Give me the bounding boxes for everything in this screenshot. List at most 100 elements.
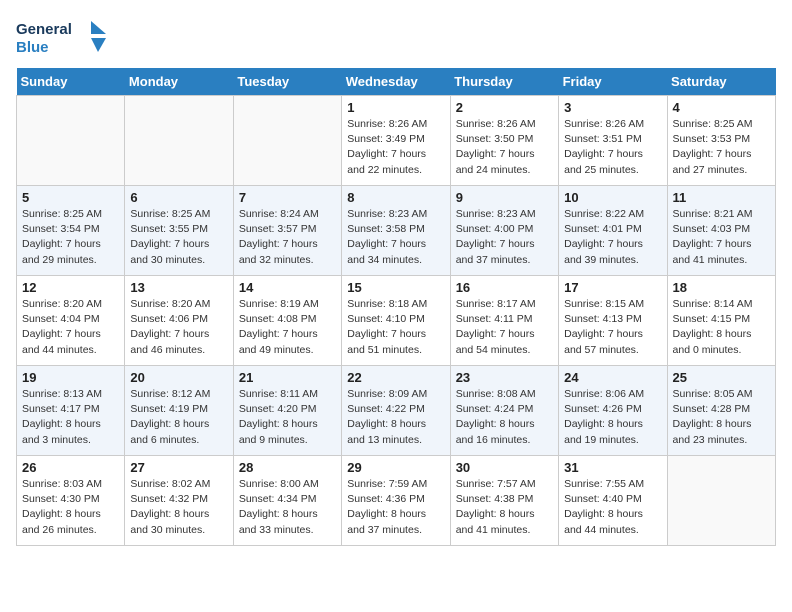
day-number: 4 [673,100,770,115]
calendar-cell: 10 Sunrise: 8:22 AM Sunset: 4:01 PM Dayli… [559,186,667,276]
calendar-cell: 9Sunrise: 8:23 AM Sunset: 4:00 PM Daylig… [450,186,558,276]
calendar-cell: 8 Sunrise: 8:23 AM Sunset: 3:58 PM Daylig… [342,186,450,276]
day-info: Sunrise: 8:20 AM Sunset: 4:04 PM Dayligh… [22,297,119,358]
calendar: SundayMondayTuesdayWednesdayThursdayFrid… [16,68,776,546]
day-info: Sunrise: 8:15 AM Sunset: 4:13 PM Dayligh… [564,297,661,358]
day-number: 3 [564,100,661,115]
calendar-cell: 1Sunrise: 8:26 AM Sunset: 3:49 PM Daylig… [342,96,450,186]
calendar-cell: 20Sunrise: 8:12 AM Sunset: 4:19 PM Dayli… [125,366,233,456]
day-info: Sunrise: 8:21 AM Sunset: 4:03 PM Dayligh… [673,207,770,268]
day-number: 24 [564,370,661,385]
calendar-cell: 30 Sunrise: 7:57 AM Sunset: 4:38 PM Dayli… [450,456,558,546]
day-number: 10 [564,190,661,205]
day-number: 2 [456,100,553,115]
day-info: Sunrise: 8:22 AM Sunset: 4:01 PM Dayligh… [564,207,661,268]
calendar-cell: 28 Sunrise: 8:00 AM Sunset: 4:34 PM Dayli… [233,456,341,546]
calendar-cell: 3 Sunrise: 8:26 AM Sunset: 3:51 PM Daylig… [559,96,667,186]
day-number: 29 [347,460,444,475]
calendar-cell: 14 Sunrise: 8:19 AM Sunset: 4:08 PM Dayli… [233,276,341,366]
day-number: 23 [456,370,553,385]
day-info: Sunrise: 8:24 AM Sunset: 3:57 PM Dayligh… [239,207,336,268]
calendar-cell: 27 Sunrise: 8:02 AM Sunset: 4:32 PM Dayli… [125,456,233,546]
day-info: Sunrise: 8:25 AM Sunset: 3:53 PM Dayligh… [673,117,770,178]
day-number: 21 [239,370,336,385]
day-number: 16 [456,280,553,295]
day-info: Sunrise: 7:57 AM Sunset: 4:38 PM Dayligh… [456,477,553,538]
day-number: 1 [347,100,444,115]
day-number: 15 [347,280,444,295]
day-number: 17 [564,280,661,295]
calendar-week-row: 26 Sunrise: 8:03 AM Sunset: 4:30 PM Dayli… [17,456,776,546]
header: General Blue [16,16,776,60]
calendar-cell: 29 Sunrise: 7:59 AM Sunset: 4:36 PM Dayli… [342,456,450,546]
calendar-cell: 23 Sunrise: 8:08 AM Sunset: 4:24 PM Dayli… [450,366,558,456]
day-number: 11 [673,190,770,205]
day-info: Sunrise: 8:17 AM Sunset: 4:11 PM Dayligh… [456,297,553,358]
calendar-cell [17,96,125,186]
dow-header: Monday [125,68,233,96]
calendar-cell: 11 Sunrise: 8:21 AM Sunset: 4:03 PM Dayli… [667,186,775,276]
dow-header: Sunday [17,68,125,96]
day-number: 7 [239,190,336,205]
calendar-cell: 12 Sunrise: 8:20 AM Sunset: 4:04 PM Dayli… [17,276,125,366]
calendar-cell: 6Sunrise: 8:25 AM Sunset: 3:55 PM Daylig… [125,186,233,276]
day-number: 18 [673,280,770,295]
day-number: 19 [22,370,119,385]
day-info: Sunrise: 8:12 AM Sunset: 4:19 PM Dayligh… [130,387,227,448]
day-number: 31 [564,460,661,475]
calendar-cell: 5Sunrise: 8:25 AM Sunset: 3:54 PM Daylig… [17,186,125,276]
days-of-week-row: SundayMondayTuesdayWednesdayThursdayFrid… [17,68,776,96]
day-info: Sunrise: 8:18 AM Sunset: 4:10 PM Dayligh… [347,297,444,358]
day-number: 12 [22,280,119,295]
day-number: 26 [22,460,119,475]
calendar-cell: 31 Sunrise: 7:55 AM Sunset: 4:40 PM Dayli… [559,456,667,546]
calendar-week-row: 12 Sunrise: 8:20 AM Sunset: 4:04 PM Dayli… [17,276,776,366]
day-number: 14 [239,280,336,295]
day-number: 27 [130,460,227,475]
day-info: Sunrise: 8:23 AM Sunset: 3:58 PM Dayligh… [347,207,444,268]
dow-header: Wednesday [342,68,450,96]
calendar-cell: 4 Sunrise: 8:25 AM Sunset: 3:53 PM Daylig… [667,96,775,186]
calendar-week-row: 1Sunrise: 8:26 AM Sunset: 3:49 PM Daylig… [17,96,776,186]
svg-text:General: General [16,21,72,38]
day-number: 13 [130,280,227,295]
calendar-cell: 24Sunrise: 8:06 AM Sunset: 4:26 PM Dayli… [559,366,667,456]
day-info: Sunrise: 8:25 AM Sunset: 3:54 PM Dayligh… [22,207,119,268]
day-info: Sunrise: 8:11 AM Sunset: 4:20 PM Dayligh… [239,387,336,448]
dow-header: Tuesday [233,68,341,96]
dow-header: Saturday [667,68,775,96]
day-info: Sunrise: 8:02 AM Sunset: 4:32 PM Dayligh… [130,477,227,538]
calendar-cell: 16 Sunrise: 8:17 AM Sunset: 4:11 PM Dayli… [450,276,558,366]
day-info: Sunrise: 8:00 AM Sunset: 4:34 PM Dayligh… [239,477,336,538]
calendar-cell: 2 Sunrise: 8:26 AM Sunset: 3:50 PM Daylig… [450,96,558,186]
day-info: Sunrise: 8:26 AM Sunset: 3:50 PM Dayligh… [456,117,553,178]
logo-svg: General Blue [16,16,106,60]
day-number: 8 [347,190,444,205]
svg-text:Blue: Blue [16,39,49,56]
calendar-cell: 22 Sunrise: 8:09 AM Sunset: 4:22 PM Dayli… [342,366,450,456]
day-info: Sunrise: 8:09 AM Sunset: 4:22 PM Dayligh… [347,387,444,448]
calendar-body: 1Sunrise: 8:26 AM Sunset: 3:49 PM Daylig… [17,96,776,546]
logo: General Blue [16,16,106,60]
calendar-cell [125,96,233,186]
day-number: 28 [239,460,336,475]
day-info: Sunrise: 8:08 AM Sunset: 4:24 PM Dayligh… [456,387,553,448]
day-info: Sunrise: 8:26 AM Sunset: 3:51 PM Dayligh… [564,117,661,178]
calendar-cell: 7 Sunrise: 8:24 AM Sunset: 3:57 PM Daylig… [233,186,341,276]
day-info: Sunrise: 8:23 AM Sunset: 4:00 PM Dayligh… [456,207,553,268]
calendar-cell: 17 Sunrise: 8:15 AM Sunset: 4:13 PM Dayli… [559,276,667,366]
day-info: Sunrise: 7:55 AM Sunset: 4:40 PM Dayligh… [564,477,661,538]
day-number: 22 [347,370,444,385]
day-info: Sunrise: 7:59 AM Sunset: 4:36 PM Dayligh… [347,477,444,538]
day-number: 30 [456,460,553,475]
calendar-cell [667,456,775,546]
day-info: Sunrise: 8:05 AM Sunset: 4:28 PM Dayligh… [673,387,770,448]
calendar-week-row: 5Sunrise: 8:25 AM Sunset: 3:54 PM Daylig… [17,186,776,276]
day-info: Sunrise: 8:19 AM Sunset: 4:08 PM Dayligh… [239,297,336,358]
calendar-cell: 15 Sunrise: 8:18 AM Sunset: 4:10 PM Dayli… [342,276,450,366]
calendar-cell: 25 Sunrise: 8:05 AM Sunset: 4:28 PM Dayli… [667,366,775,456]
dow-header: Thursday [450,68,558,96]
calendar-cell: 21 Sunrise: 8:11 AM Sunset: 4:20 PM Dayli… [233,366,341,456]
day-number: 25 [673,370,770,385]
day-info: Sunrise: 8:03 AM Sunset: 4:30 PM Dayligh… [22,477,119,538]
